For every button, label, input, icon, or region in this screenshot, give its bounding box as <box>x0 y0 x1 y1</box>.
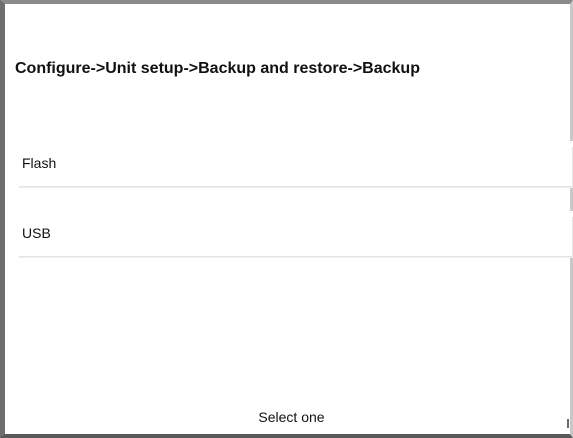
option-divider <box>19 256 573 258</box>
status-text: Select one <box>258 409 325 425</box>
option-usb[interactable]: USB <box>11 211 573 258</box>
option-label: Flash <box>22 155 57 171</box>
frame-corner-mark <box>567 419 569 428</box>
option-flash[interactable]: Flash <box>11 141 573 188</box>
option-label: USB <box>22 225 51 241</box>
device-screen: Configure->Unit setup->Backup and restor… <box>0 0 573 438</box>
option-divider <box>19 186 573 188</box>
breadcrumb: Configure->Unit setup->Backup and restor… <box>15 60 420 77</box>
